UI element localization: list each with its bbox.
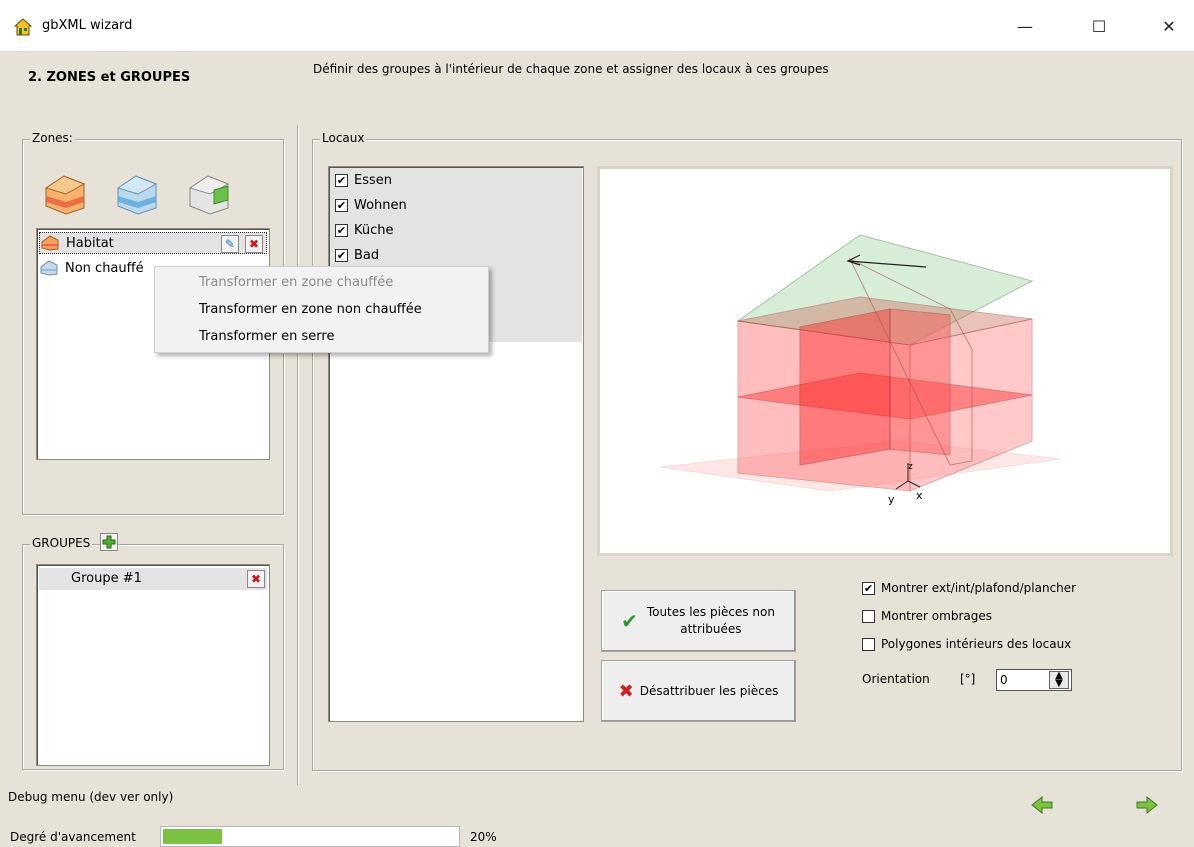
axis-x-label: x — [916, 489, 923, 502]
room-checkbox[interactable]: ✔ — [335, 249, 348, 262]
progress-fill — [163, 829, 222, 844]
show-shading-option[interactable]: Montrer ombrages — [862, 609, 992, 623]
inner-polygons-label: Polygones intérieurs des locaux — [881, 637, 1072, 651]
unheated-zone-icon — [40, 260, 58, 276]
menu-item-to-greenhouse[interactable]: Transformer en serre — [199, 329, 334, 344]
unassign-rooms-button[interactable]: ✖ Désattribuer les pièces — [601, 660, 796, 722]
step-title: 2. ZONES et GROUPES — [28, 70, 191, 85]
orientation-unit: [°] — [960, 672, 976, 686]
show-surfaces-option[interactable]: ✔ Montrer ext/int/plafond/plancher — [862, 581, 1076, 595]
room-item-bad[interactable]: ✔ Bad — [335, 248, 379, 263]
add-heated-zone-icon[interactable] — [40, 170, 90, 216]
room-item-essen[interactable]: ✔ Essen — [335, 173, 392, 188]
room-label: Wohnen — [354, 198, 407, 213]
close-button[interactable]: ✕ — [1146, 10, 1192, 42]
group-item[interactable]: Groupe #1 ✖ — [39, 568, 267, 590]
room-label: Essen — [354, 173, 392, 188]
unassign-label: Désattribuer les pièces — [639, 684, 779, 698]
inner-polygons-option[interactable]: Polygones intérieurs des locaux — [862, 637, 1071, 651]
step-description: Définir des groupes à l'intérieur de cha… — [313, 62, 829, 76]
assign-all-label: Toutes les pièces non attribuées — [646, 605, 775, 636]
room-item-wohnen[interactable]: ✔ Wohnen — [335, 198, 407, 213]
building-3d-view[interactable]: z x y — [597, 166, 1173, 556]
room-label: Bad — [354, 248, 380, 263]
debug-menu-link[interactable]: Debug menu (dev ver only) — [8, 790, 173, 804]
zone-label: Habitat — [66, 235, 114, 251]
room-item-kueche[interactable]: ✔ Küche — [335, 223, 394, 238]
orientation-value: 0 — [1000, 673, 1008, 687]
show-shading-checkbox[interactable] — [862, 609, 875, 623]
heated-zone-icon — [41, 235, 59, 251]
edit-zone-button[interactable]: ✎ — [221, 235, 239, 253]
groups-legend: GROUPES — [30, 536, 93, 550]
menu-item-to-unheated[interactable]: Transformer en zone non chauffée — [199, 302, 422, 317]
spin-arrows-icon[interactable]: ▲ ▼ — [1049, 671, 1069, 689]
cross-icon: ✖ — [618, 680, 634, 702]
zone-item-non-chauffe[interactable]: Non chauffé — [39, 257, 144, 279]
room-label: Küche — [354, 223, 394, 238]
minimize-button[interactable]: — — [1002, 10, 1048, 42]
forward-arrow-icon[interactable] — [1135, 795, 1159, 815]
add-unheated-zone-icon[interactable] — [112, 170, 162, 216]
axis-y-label: y — [888, 493, 895, 506]
menu-item-to-heated[interactable]: Transformer en zone chauffée — [199, 275, 393, 290]
delete-zone-button[interactable]: ✖ — [245, 235, 263, 253]
add-greenhouse-zone-icon[interactable] — [184, 170, 234, 216]
delete-group-button[interactable]: ✖ — [247, 570, 265, 588]
progress-bar — [160, 826, 460, 847]
group-label: Groupe #1 — [71, 571, 142, 586]
locaux-legend: Locaux — [320, 131, 367, 145]
inner-polygons-checkbox[interactable] — [862, 637, 875, 651]
axis-z-label: z — [908, 462, 913, 472]
show-surfaces-label: Montrer ext/int/plafond/plancher — [881, 581, 1077, 595]
progress-percent: 20% — [470, 830, 497, 844]
zones-legend: Zones: — [30, 131, 75, 145]
add-group-icon[interactable] — [100, 533, 118, 551]
window-title: gbXML wizard — [42, 18, 133, 33]
progress-label: Degré d'avancement — [10, 830, 136, 844]
maximize-button[interactable]: ☐ — [1076, 10, 1122, 42]
title-bar: gbXML wizard — ☐ ✕ — [0, 0, 1194, 52]
back-arrow-icon[interactable] — [1030, 795, 1054, 815]
checkmark-icon: ✔ — [621, 609, 638, 633]
app-house-icon — [14, 18, 32, 36]
room-checkbox[interactable]: ✔ — [335, 224, 348, 237]
show-surfaces-checkbox[interactable]: ✔ — [862, 581, 875, 595]
room-checkbox[interactable]: ✔ — [335, 174, 348, 187]
groups-list[interactable]: Groupe #1 ✖ — [36, 564, 270, 766]
room-checkbox[interactable]: ✔ — [335, 199, 348, 212]
rooms-list[interactable]: ✔ Essen ✔ Wohnen ✔ Küche ✔ Bad — [328, 166, 584, 722]
zone-context-menu: Transformer en zone chauffée Transformer… — [154, 266, 489, 353]
zone-label: Non chauffé — [65, 260, 144, 276]
orientation-stepper[interactable]: 0 ▲ ▼ — [996, 669, 1072, 691]
orientation-label: Orientation — [862, 672, 930, 686]
panel-separator — [297, 125, 299, 785]
assign-all-rooms-button[interactable]: ✔ Toutes les pièces non attribuées — [601, 590, 796, 652]
show-shading-label: Montrer ombrages — [881, 609, 992, 623]
building-model: z x y — [659, 234, 1061, 506]
